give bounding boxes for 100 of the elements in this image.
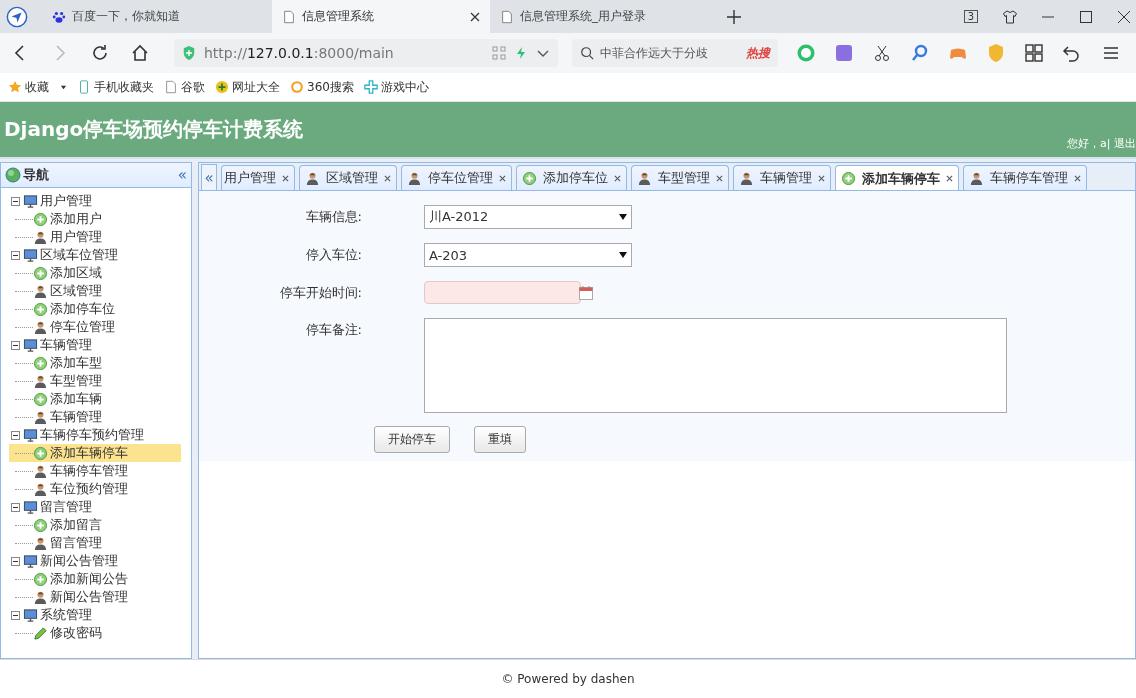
address-field[interactable]: http://127.0.0.1:8000/main — [174, 39, 558, 67]
maximize-icon[interactable] — [1078, 8, 1094, 25]
tree-group[interactable]: 车辆停车预约管理 — [40, 426, 144, 444]
user-icon — [33, 229, 48, 245]
content-tab[interactable]: 车型管理 — [631, 165, 729, 190]
select-field[interactable]: A-203 — [424, 243, 632, 267]
page-icon — [282, 9, 296, 24]
panel-title: 导航 — [23, 166, 50, 184]
tree-item[interactable]: 添加留言 — [9, 516, 181, 534]
search-field[interactable]: 中菲合作远大于分歧 热搜 — [572, 39, 778, 67]
collapse-toggle-icon[interactable] — [11, 340, 20, 350]
tree-item[interactable]: 区域管理 — [9, 282, 181, 300]
user-icon — [739, 170, 754, 186]
browser-logo-icon[interactable] — [6, 5, 28, 28]
tree-item[interactable]: 车辆停车管理 — [9, 462, 181, 480]
bookmark-item[interactable]: 手机收藏夹 — [77, 78, 154, 96]
tree-item[interactable]: 用户管理 — [9, 228, 181, 246]
calendar-icon[interactable] — [578, 284, 594, 301]
collapse-toggle-icon[interactable] — [11, 430, 20, 440]
tree-item[interactable]: 添加区域 — [9, 264, 181, 282]
close-icon[interactable] — [946, 175, 953, 182]
collapse-toggle-icon[interactable] — [11, 610, 20, 620]
tree-item[interactable]: 添加车辆 — [9, 390, 181, 408]
footer-text: © Powered by dashen — [501, 672, 635, 686]
tree-item[interactable]: 修改密码 — [9, 624, 181, 642]
notes-field[interactable] — [424, 318, 1007, 413]
tree-group[interactable]: 留言管理 — [40, 498, 92, 516]
plus-circle-icon — [33, 265, 48, 281]
tree-item[interactable]: 车型管理 — [9, 372, 181, 390]
close-icon[interactable] — [818, 174, 825, 182]
close-icon[interactable] — [282, 174, 289, 182]
tree-item[interactable]: 添加停车位 — [9, 300, 181, 318]
user-icon — [305, 170, 320, 186]
tree-item[interactable]: 车位预约管理 — [9, 480, 181, 498]
content-tab[interactable]: 区域管理 — [299, 165, 397, 190]
close-icon[interactable] — [614, 174, 621, 182]
content-tab[interactable]: 添加车辆停车 — [835, 165, 959, 190]
tree-group[interactable]: 系统管理 — [40, 606, 92, 624]
ring-icon — [290, 80, 304, 94]
collapse-toggle-icon[interactable] — [11, 196, 20, 206]
close-icon[interactable] — [499, 174, 506, 182]
computer-icon — [23, 193, 38, 209]
collapse-button[interactable]: « — [177, 166, 187, 184]
field-label: 车辆信息: — [304, 208, 363, 226]
close-icon[interactable] — [1074, 174, 1081, 182]
paw-icon — [52, 9, 66, 24]
tree-group[interactable]: 新闻公告管理 — [40, 552, 118, 570]
browser-tab[interactable]: 信息管理系统_用户登录 — [490, 0, 708, 33]
tree-group[interactable]: 区域车位管理 — [40, 246, 118, 264]
plus-circle-icon — [33, 355, 48, 371]
tree-item[interactable]: 留言管理 — [9, 534, 181, 552]
bookmark-item[interactable]: 网址大全 — [215, 78, 280, 96]
date-field[interactable] — [424, 281, 581, 304]
bookmark-item[interactable]: 收藏 — [8, 78, 67, 96]
tree-group[interactable]: 车辆管理 — [40, 336, 92, 354]
bookmark-item[interactable]: 谷歌 — [164, 78, 205, 96]
home-icon[interactable] — [130, 43, 150, 63]
tree-group[interactable]: 用户管理 — [40, 192, 92, 210]
close-icon[interactable] — [470, 11, 480, 22]
close-icon[interactable] — [716, 174, 723, 182]
content-tab[interactable]: 停车位管理 — [401, 165, 512, 190]
tree-item[interactable]: 新闻公告管理 — [9, 588, 181, 606]
plus-circle-icon — [33, 211, 48, 227]
collapse-toggle-icon[interactable] — [11, 502, 20, 512]
scissors-icon[interactable] — [872, 43, 892, 63]
tree-item[interactable]: 添加车辆停车 — [9, 444, 181, 462]
select-field[interactable]: 川A-2012 — [424, 205, 632, 229]
bookmark-item[interactable]: 游戏中心 — [363, 78, 429, 96]
user-icon — [33, 535, 48, 551]
new-tab-icon[interactable] — [726, 8, 742, 25]
browser-tab[interactable]: 百度一下，你就知道 — [42, 0, 272, 33]
collapse-toggle-icon[interactable] — [11, 556, 20, 566]
grid-icon[interactable] — [1024, 43, 1044, 63]
content-tab[interactable]: 车辆管理 — [733, 165, 831, 190]
tree-item[interactable]: 添加用户 — [9, 210, 181, 228]
undo-icon[interactable] — [1062, 43, 1082, 63]
content-tab[interactable]: 添加停车位 — [516, 165, 627, 190]
magnifier-icon[interactable] — [910, 43, 930, 63]
hot-search-badge[interactable]: 热搜 — [746, 44, 770, 62]
tree-item[interactable]: 添加车型 — [9, 354, 181, 372]
field-label: 停入车位: — [304, 246, 363, 264]
content-tab[interactable]: 用户管理 — [221, 165, 295, 190]
scroll-tabs-button[interactable]: « — [201, 164, 217, 190]
tab-count[interactable]: 3 — [963, 10, 978, 23]
form-button[interactable]: 重填 — [474, 426, 526, 453]
tree-item[interactable]: 添加新闻公告 — [9, 570, 181, 588]
close-icon[interactable] — [384, 174, 391, 182]
browser-tab[interactable]: 信息管理系统 — [272, 0, 490, 33]
star-icon — [8, 80, 22, 94]
caret-icon[interactable] — [60, 83, 67, 91]
shirt-icon[interactable] — [1002, 8, 1018, 25]
bookmark-item[interactable]: 360搜索 — [290, 78, 354, 96]
tree-item[interactable]: 车辆管理 — [9, 408, 181, 426]
user-icon — [33, 481, 48, 497]
collapse-toggle-icon[interactable] — [11, 250, 20, 260]
close-icon[interactable] — [1116, 8, 1132, 25]
reload-icon[interactable] — [90, 43, 110, 63]
form-button[interactable]: 开始停车 — [374, 426, 450, 453]
content-tab[interactable]: 车辆停车管理 — [963, 165, 1087, 190]
tree-item[interactable]: 停车位管理 — [9, 318, 181, 336]
